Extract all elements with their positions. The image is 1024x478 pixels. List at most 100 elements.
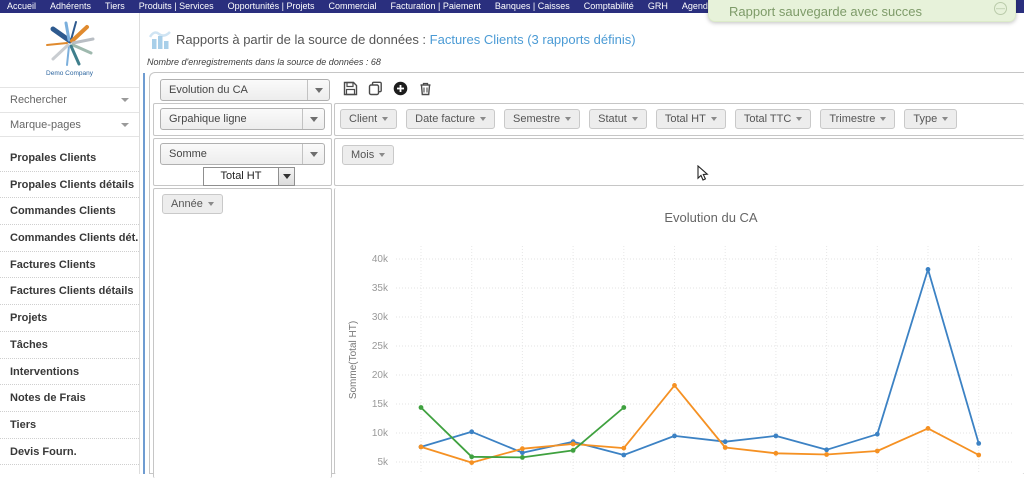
chevron-down-icon — [880, 117, 886, 121]
sidebar-item-notes-de-frais[interactable]: Notes de Frais — [0, 385, 139, 412]
svg-text:30k: 30k — [372, 312, 389, 323]
field-chip-label: Trimestre — [829, 113, 875, 125]
sidebar-item-devis-fourn[interactable]: Devis Fourn. — [0, 439, 139, 466]
nav-item-facturation-paiement[interactable]: Facturation | Paiement — [384, 0, 488, 13]
field-chip-type[interactable]: Type — [904, 109, 957, 129]
company-logo: Demo Company — [0, 13, 139, 87]
sidebar-item-factures-clients[interactable]: Factures Clients — [0, 252, 139, 279]
chevron-down-icon — [208, 202, 214, 206]
sidebar-item-propales-clients-de-tails[interactable]: Propales Clients détails — [0, 172, 139, 199]
column-dimension-chip[interactable]: Mois — [342, 145, 394, 165]
sidebar-item-projets[interactable]: Projets — [0, 305, 139, 332]
field-chip-total-ht[interactable]: Total HT — [656, 109, 726, 129]
bookmarks-label: Marque-pages — [10, 119, 81, 131]
report-list: Propales ClientsPropales Clients détails… — [0, 145, 139, 465]
save-report-button[interactable] — [343, 81, 358, 96]
toast-message: Rapport sauvegarde avec succes — [729, 4, 922, 19]
field-chip-trimestre[interactable]: Trimestre — [820, 109, 895, 129]
add-report-button[interactable] — [393, 81, 408, 96]
chevron-down-icon — [302, 109, 324, 129]
delete-report-button[interactable] — [418, 81, 433, 96]
svg-text:25k: 25k — [372, 341, 389, 352]
chevron-down-icon — [382, 117, 388, 121]
nav-item-banques-caisses[interactable]: Banques | Caisses — [488, 0, 577, 13]
chart-type-select[interactable]: Grpahique ligne — [160, 108, 325, 130]
measure-select[interactable]: Total HT — [203, 167, 295, 186]
chevron-down-icon — [796, 117, 802, 121]
nav-item-accueil[interactable]: Accueil — [0, 0, 43, 13]
datasource-link[interactable]: Factures Clients (3 rapports définis) — [430, 32, 636, 47]
aggregate-value: Somme — [161, 148, 302, 160]
sidebar-item-ta-ches[interactable]: Tâches — [0, 332, 139, 359]
field-chip-total-ttc[interactable]: Total TTC — [735, 109, 811, 129]
measure-value: Total HT — [204, 168, 278, 185]
svg-text:5k: 5k — [377, 457, 389, 468]
chart-report-icon — [149, 29, 172, 49]
chevron-down-icon — [711, 117, 717, 121]
row-dimension-box — [153, 188, 332, 478]
line-chart: 5k 10k 15k 20k 25k 30k 35k 40k Evolution du CA So… — [334, 188, 1024, 474]
svg-text:15k: 15k — [372, 399, 389, 410]
row-dimension-label: Année — [171, 198, 203, 210]
close-icon[interactable]: — — [994, 2, 1007, 15]
report-select[interactable]: Evolution du CA — [160, 79, 330, 101]
nav-item-opportunite-s-projets[interactable]: Opportunités | Projets — [221, 0, 322, 13]
report-select-value: Evolution du CA — [161, 84, 307, 96]
chevron-down-icon — [480, 117, 486, 121]
field-chip-statut[interactable]: Statut — [589, 109, 647, 129]
success-toast: Rapport sauvegarde avec succes — — [708, 0, 1016, 22]
field-chip-label: Semestre — [513, 113, 560, 125]
svg-text:20k: 20k — [372, 370, 389, 381]
records-count-note: Nombre d'enregistrements dans la source … — [147, 57, 381, 67]
field-chip-label: Total TTC — [744, 113, 791, 125]
company-name: Demo Company — [0, 70, 139, 77]
column-dimension-label: Mois — [351, 149, 374, 161]
aggregate-select[interactable]: Somme — [160, 143, 325, 165]
layout-resizer-bar[interactable] — [143, 73, 145, 474]
sidebar-item-factures-clients-de-tails[interactable]: Factures Clients détails — [0, 278, 139, 305]
field-chip-label: Total HT — [665, 113, 706, 125]
search-dropdown[interactable]: Rechercher — [0, 87, 139, 112]
nav-item-comptabilite[interactable]: Comptabilité — [577, 0, 641, 13]
nav-item-adhe-rents[interactable]: Adhérents — [43, 0, 98, 13]
svg-text:Somme(Total HT): Somme(Total HT) — [348, 321, 359, 399]
field-chip-label: Statut — [598, 113, 627, 125]
page-title-text: Rapports à partir de la source de donnée… — [176, 32, 430, 47]
field-chip-date-facture[interactable]: Date facture — [406, 109, 495, 129]
nav-item-produits-services[interactable]: Produits | Services — [132, 0, 221, 13]
nav-item-tiers[interactable]: Tiers — [98, 0, 132, 13]
chevron-down-icon — [632, 117, 638, 121]
sidebar-item-interventions[interactable]: Interventions — [0, 359, 139, 386]
chevron-down-icon — [379, 153, 385, 157]
starburst-logo-icon — [39, 19, 101, 67]
row-dimension-chip[interactable]: Année — [162, 194, 223, 214]
duplicate-report-button[interactable] — [368, 81, 383, 96]
field-chip-client[interactable]: Client — [340, 109, 397, 129]
search-label: Rechercher — [10, 94, 67, 106]
page-title: Rapports à partir de la source de donnée… — [176, 32, 636, 47]
field-chip-label: Type — [913, 113, 937, 125]
field-chip-label: Date facture — [415, 113, 475, 125]
mouse-cursor — [697, 165, 709, 182]
chevron-down-icon — [121, 98, 129, 102]
field-chip-semestre[interactable]: Semestre — [504, 109, 580, 129]
sidebar-item-commandes-clients-de-t[interactable]: Commandes Clients dét... — [0, 225, 139, 252]
chevron-down-icon — [307, 80, 329, 100]
sidebar: Demo Company Rechercher Marque-pages Pro… — [0, 13, 140, 474]
chevron-down-icon — [121, 123, 129, 127]
svg-text:Evolution du CA: Evolution du CA — [664, 210, 758, 225]
chevron-down-icon — [302, 144, 324, 164]
nav-item-commercial[interactable]: Commercial — [321, 0, 383, 13]
sidebar-item-propales-clients[interactable]: Propales Clients — [0, 145, 139, 172]
available-fields-row: Client Date facture Semestre Statut Total HT… — [340, 109, 1024, 129]
chevron-down-icon — [942, 117, 948, 121]
sidebar-item-tiers[interactable]: Tiers — [0, 412, 139, 439]
chevron-down-icon — [565, 117, 571, 121]
svg-text:10k: 10k — [372, 428, 389, 439]
svg-text:40k: 40k — [372, 254, 389, 265]
bookmarks-dropdown[interactable]: Marque-pages — [0, 112, 139, 137]
nav-item-grh[interactable]: GRH — [641, 0, 675, 13]
field-chip-label: Client — [349, 113, 377, 125]
svg-text:35k: 35k — [372, 283, 389, 294]
sidebar-item-commandes-clients[interactable]: Commandes Clients — [0, 198, 139, 225]
